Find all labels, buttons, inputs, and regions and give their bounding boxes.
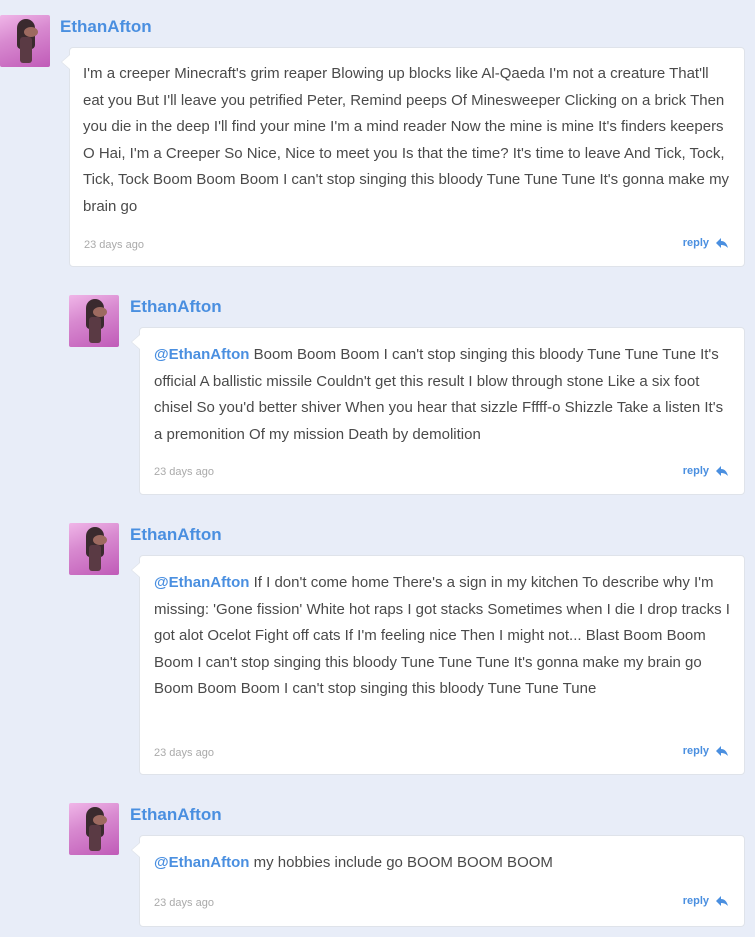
comment-text: I'm a creeper Minecraft's grim reaper Bl… <box>83 61 733 220</box>
reply-button[interactable]: reply <box>683 465 729 477</box>
reply-label[interactable]: reply <box>683 465 709 477</box>
avatar[interactable] <box>0 15 50 67</box>
comment-timestamp: 23 days ago <box>154 897 214 909</box>
avatar[interactable] <box>69 803 119 855</box>
comment-author[interactable]: EthanAfton <box>130 805 222 825</box>
comment-bubble: @EthanAfton If I don't come home There's… <box>131 555 745 775</box>
comment-author[interactable]: EthanAfton <box>130 297 222 317</box>
comment-text: @EthanAfton my hobbies include go BOOM B… <box>154 850 734 877</box>
comment-bubble: I'm a creeper Minecraft's grim reaper Bl… <box>61 47 745 267</box>
comment-body: my hobbies include go BOOM BOOM BOOM <box>253 854 553 871</box>
reply-button[interactable]: reply <box>683 237 729 249</box>
comment-author[interactable]: EthanAfton <box>130 525 222 545</box>
reply-arrow-icon <box>716 238 728 248</box>
comment-timestamp: 23 days ago <box>84 239 144 251</box>
reply-arrow-icon <box>716 466 728 476</box>
reply-label[interactable]: reply <box>683 745 709 757</box>
comment-text: @EthanAfton If I don't come home There's… <box>154 570 734 703</box>
comment-body: If I don't come home There's a sign in m… <box>154 574 730 697</box>
reply-arrow-icon <box>716 746 728 756</box>
comment-bubble: @EthanAfton Boom Boom Boom I can't stop … <box>131 327 745 495</box>
avatar[interactable] <box>69 295 119 347</box>
comment-text: @EthanAfton Boom Boom Boom I can't stop … <box>154 342 734 448</box>
reply-button[interactable]: reply <box>683 745 729 757</box>
comment-author[interactable]: EthanAfton <box>60 17 152 37</box>
avatar[interactable] <box>69 523 119 575</box>
mention-link[interactable]: @EthanAfton <box>154 346 249 363</box>
reply-arrow-icon <box>716 896 728 906</box>
comment-body: I'm a creeper Minecraft's grim reaper Bl… <box>83 65 730 215</box>
comment-timestamp: 23 days ago <box>154 747 214 759</box>
reply-label[interactable]: reply <box>683 895 709 907</box>
mention-link[interactable]: @EthanAfton <box>154 574 249 591</box>
reply-label[interactable]: reply <box>683 237 709 249</box>
reply-button[interactable]: reply <box>683 895 729 907</box>
mention-link[interactable]: @EthanAfton <box>154 854 249 871</box>
comment-bubble: @EthanAfton my hobbies include go BOOM B… <box>131 835 745 927</box>
comment-timestamp: 23 days ago <box>154 466 214 478</box>
